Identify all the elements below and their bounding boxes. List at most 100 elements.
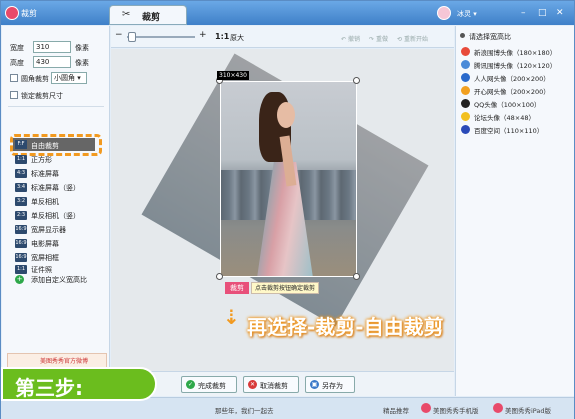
- renren-icon: [461, 73, 470, 82]
- round-corner-select[interactable]: 小圆角 ▾: [51, 72, 87, 84]
- ratio-item-label: 宽屏相框: [31, 254, 59, 262]
- ratio-icon: 1:1: [15, 265, 27, 274]
- minimize-button[interactable]: –: [521, 8, 526, 18]
- ratio-item-label: 单反相机（竖）: [31, 212, 80, 220]
- app-title: 裁剪: [21, 9, 37, 18]
- canvas-toolbar: − + 1:1 原大 ↶ 撤销 ↷ 重做 ⟲ 重新开始: [111, 26, 454, 48]
- user-avatar[interactable]: [437, 6, 451, 20]
- ratio-item-label: 证件照: [31, 266, 52, 274]
- preset-label: 论坛头像（48×48）: [474, 114, 535, 122]
- news-ticker[interactable]: 那些年，我们一起去: [215, 405, 274, 415]
- ratio-item-widescreen-monitor[interactable]: 16:9 宽屏显示器: [15, 224, 105, 236]
- qq-icon: [461, 99, 470, 108]
- app-logo-icon: [5, 6, 19, 20]
- actual-size-button[interactable]: 1:1: [215, 32, 229, 41]
- baidu-space-icon: [461, 125, 470, 134]
- ratio-panel-title: 请选择宽高比: [469, 33, 511, 41]
- ratio-icon: 16:9: [15, 253, 27, 262]
- phone-version-link[interactable]: 美图秀秀手机版: [433, 405, 479, 415]
- preset-label: 开心网头像（200×200）: [474, 88, 550, 96]
- crop-handle-bottom-right[interactable]: [353, 273, 360, 280]
- preset-renren[interactable]: 人人网头像（200×200）: [460, 72, 572, 84]
- step-badge: 第三步:: [1, 367, 157, 401]
- user-name-menu[interactable]: 冰灵 ▾: [457, 9, 477, 19]
- maximize-button[interactable]: □: [538, 8, 547, 18]
- height-input[interactable]: 430: [33, 56, 71, 68]
- zoom-in-icon[interactable]: +: [199, 30, 207, 40]
- ipad-icon: [493, 403, 503, 413]
- ratio-icon: 16:9: [15, 239, 27, 248]
- crop-hint: 点击裁剪按钮确定裁剪: [251, 282, 320, 294]
- forum-icon: [461, 112, 470, 121]
- save-as-label: 另存为: [322, 382, 343, 390]
- ratio-item-label: 标准屏幕（竖）: [31, 184, 80, 192]
- zoom-slider-handle[interactable]: [128, 32, 136, 42]
- finish-crop-button[interactable]: ✓ 完成裁剪: [181, 376, 237, 393]
- preset-forum[interactable]: 论坛头像（48×48）: [460, 111, 572, 123]
- preset-qq[interactable]: QQ头像（100×100）: [460, 98, 572, 110]
- cancel-crop-button[interactable]: ✕ 取消裁剪: [243, 376, 299, 393]
- ratio-icon: 16:9: [15, 225, 27, 234]
- crop-canvas[interactable]: 310×430 裁剪 点击裁剪按钮确定裁剪 ⇣ 再选择-裁剪-自由裁剪: [111, 49, 454, 371]
- ratio-item-dslr-vertical[interactable]: 2:3 单反相机（竖）: [15, 210, 105, 222]
- bullet-icon: [460, 33, 465, 38]
- crop-handle-top-right[interactable]: [353, 77, 360, 84]
- add-custom-ratio-link[interactable]: 添加自定义宽高比: [31, 275, 87, 285]
- undo-button[interactable]: ↶ 撤销: [341, 34, 360, 43]
- preset-kaixin[interactable]: 开心网头像（200×200）: [460, 85, 572, 97]
- preset-baidu-space[interactable]: 百度空间（110×110）: [460, 124, 572, 136]
- lock-size-label: 锁定裁剪尺寸: [21, 92, 63, 100]
- ipad-version-link[interactable]: 美图秀秀iPad版: [505, 405, 551, 415]
- reset-label: 重新开始: [403, 36, 428, 43]
- weibo-banner-label: 美图秀秀官方微博: [40, 358, 89, 365]
- round-crop-checkbox[interactable]: [10, 74, 18, 82]
- width-label: 宽度: [10, 44, 24, 52]
- redo-button[interactable]: ↷ 重做: [369, 34, 388, 43]
- free-crop-icon: F:F: [15, 140, 27, 149]
- redo-label: 重做: [375, 36, 388, 43]
- original-size-label[interactable]: 原大: [230, 33, 244, 43]
- ratio-icon: 3:2: [15, 197, 27, 206]
- tab-crop[interactable]: ✂ 裁剪: [109, 5, 187, 25]
- preset-label: QQ头像（100×100）: [474, 101, 541, 109]
- photo-face: [277, 102, 295, 128]
- save-as-button[interactable]: ▣ 另存为: [305, 376, 355, 393]
- zoom-slider[interactable]: [127, 36, 195, 38]
- cancel-crop-label: 取消裁剪: [260, 382, 288, 390]
- app-window: 裁剪 ✂ 裁剪 冰灵 ▾ – □ ✕ − + 1:1 原大 ↶ 撤销 ↷ 重做 …: [0, 0, 575, 419]
- featured-label: 精品推荐: [383, 407, 409, 415]
- ratio-item-square[interactable]: 1:1 正方形: [15, 154, 105, 166]
- ratio-item-movie-screen[interactable]: 16:9 电影屏幕: [15, 238, 105, 250]
- divider: [8, 106, 104, 107]
- lock-size-checkbox[interactable]: [10, 91, 18, 99]
- ratio-item-standard-screen[interactable]: 4:3 标准屏幕: [15, 168, 105, 180]
- ratio-item-standard-screen-vertical[interactable]: 3:4 标准屏幕（竖）: [15, 182, 105, 194]
- preset-label: 新浪围博头像（180×180）: [474, 49, 557, 57]
- phone-icon: [421, 403, 431, 413]
- reset-button[interactable]: ⟲ 重新开始: [397, 34, 428, 43]
- undo-label: 撤销: [347, 36, 360, 43]
- preset-label: 人人网头像（200×200）: [474, 75, 550, 83]
- preset-label: 百度空间（110×110）: [474, 127, 544, 135]
- preset-tencent-weibo[interactable]: 腾讯围博头像（120×120）: [460, 59, 572, 71]
- zoom-out-icon[interactable]: −: [115, 30, 123, 40]
- scissors-icon: ✂: [122, 9, 131, 20]
- ratio-item-label: 单反相机: [31, 198, 59, 206]
- add-icon[interactable]: +: [15, 275, 24, 284]
- crop-handle-bottom-left[interactable]: [216, 273, 223, 280]
- crop-selection[interactable]: [220, 81, 357, 277]
- width-input[interactable]: 310: [33, 41, 71, 53]
- crop-button[interactable]: 裁剪: [225, 282, 249, 294]
- kaixin-icon: [461, 86, 470, 95]
- save-icon: ▣: [310, 380, 319, 389]
- cancel-icon: ✕: [248, 380, 257, 389]
- ratio-icon: 4:3: [15, 169, 27, 178]
- ratio-item-label: 标准屏幕: [31, 170, 59, 178]
- ratio-item-wide-frame[interactable]: 16:9 宽屏相框: [15, 252, 105, 264]
- close-button[interactable]: ✕: [556, 8, 564, 18]
- action-bar: ✓ 完成裁剪 ✕ 取消裁剪 ▣ 另存为: [111, 371, 454, 396]
- preset-sina-weibo[interactable]: 新浪围博头像（180×180）: [460, 46, 572, 58]
- ratio-item-free-crop[interactable]: F:F 自由裁剪: [13, 138, 95, 151]
- ratio-item-dslr[interactable]: 3:2 单反相机: [15, 196, 105, 208]
- height-unit: 像素: [75, 59, 89, 67]
